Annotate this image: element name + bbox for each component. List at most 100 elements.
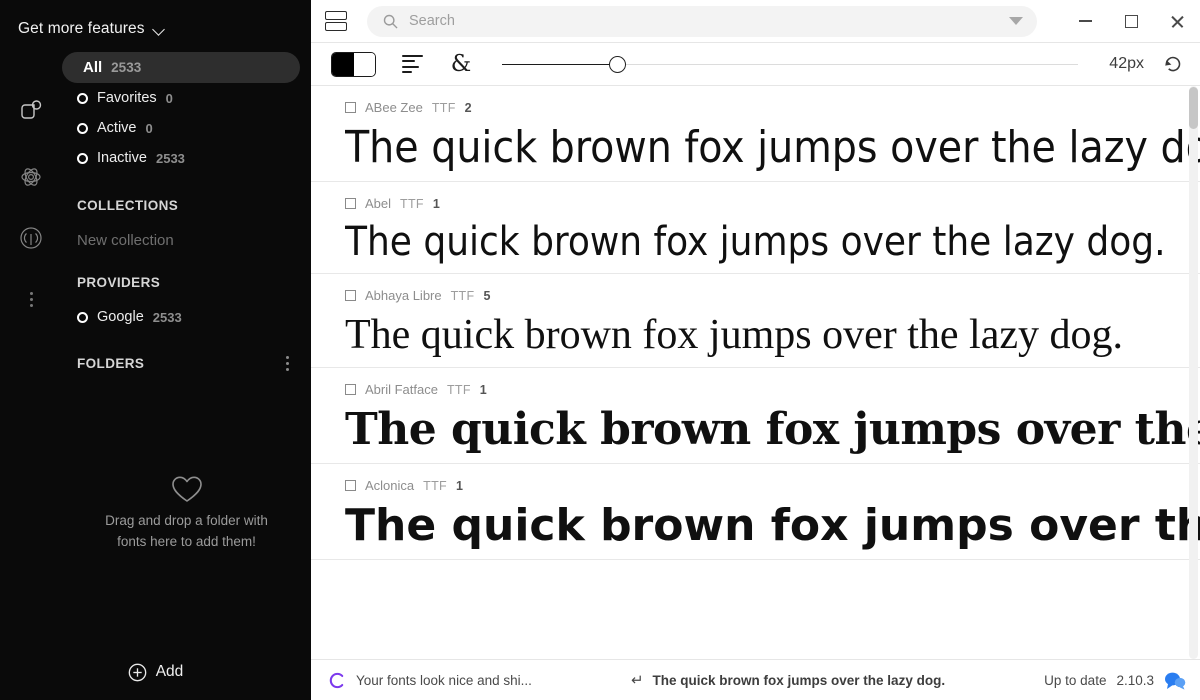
- search-input[interactable]: [409, 13, 998, 29]
- sidebar-item-active[interactable]: Active 0: [62, 113, 311, 143]
- scrollbar-thumb[interactable]: [1189, 87, 1198, 129]
- version-label: 2.10.3: [1116, 673, 1154, 688]
- sidebar: Get more features: [0, 0, 311, 700]
- new-collection-button[interactable]: New collection: [62, 232, 311, 249]
- dropzone-text: Drag and drop a folder with fonts here t…: [99, 510, 274, 552]
- font-size-slider[interactable]: [502, 54, 1078, 74]
- font-style-count: 1: [480, 383, 487, 397]
- checkbox-icon[interactable]: [345, 102, 356, 113]
- font-preview-text: The quick brown fox jumps over the lazy …: [345, 494, 1200, 559]
- font-box-icon[interactable]: [16, 96, 46, 126]
- checkbox-icon[interactable]: [345, 480, 356, 491]
- sidebar-body: All 2533 Favorites 0 Active 0 Inactive 2: [0, 44, 311, 644]
- font-format: TTF: [451, 289, 475, 303]
- font-name: Abel: [365, 196, 391, 211]
- font-row-header: Abhaya Libre TTF 5: [345, 287, 1200, 304]
- close-button[interactable]: [1154, 0, 1200, 43]
- font-style-count: 1: [456, 479, 463, 493]
- get-more-features-label: Get more features: [18, 20, 145, 38]
- font-preview-text: The quick brown fox jumps over the lazy …: [345, 304, 1200, 367]
- add-fonts-button[interactable]: Add: [0, 644, 311, 700]
- plus-circle-icon: [128, 663, 147, 682]
- list-view-icon[interactable]: [325, 8, 351, 34]
- minimize-button[interactable]: [1062, 0, 1108, 43]
- search-bar[interactable]: [367, 6, 1037, 37]
- caret-down-icon[interactable]: [1009, 17, 1023, 25]
- sidebar-item-all[interactable]: All 2533: [62, 52, 300, 83]
- table-row[interactable]: Aclonica TTF 1 The quick brown fox jumps…: [311, 464, 1200, 560]
- preview-toolbar: & 42px: [311, 43, 1200, 86]
- loading-spinner-icon: [329, 672, 346, 689]
- font-format: TTF: [400, 197, 424, 211]
- sidebar-item-inactive[interactable]: Inactive 2533: [62, 143, 311, 173]
- font-preview-text: The quick brown fox jumps over the lazy …: [345, 116, 1200, 181]
- font-style-count: 2: [465, 101, 472, 115]
- radio-icon: [77, 153, 88, 164]
- font-row-header: Abel TTF 1: [345, 195, 1200, 212]
- status-message: Your fonts look nice and shi...: [356, 673, 532, 688]
- ampersand-icon[interactable]: &: [448, 53, 474, 76]
- font-list[interactable]: ABee Zee TTF 2 The quick brown fox jumps…: [311, 86, 1200, 659]
- providers-section-title: PROVIDERS: [62, 275, 311, 290]
- atom-icon[interactable]: [16, 162, 46, 192]
- top-toolbar: [311, 0, 1200, 43]
- app-window: Get more features: [0, 0, 1200, 700]
- sidebar-item-favorites-label: Favorites: [97, 90, 157, 106]
- reset-icon[interactable]: [1160, 51, 1186, 77]
- folder-dropzone[interactable]: Drag and drop a folder with fonts here t…: [62, 474, 311, 552]
- font-name: Aclonica: [365, 478, 414, 493]
- table-row[interactable]: ABee Zee TTF 2 The quick brown fox jumps…: [311, 86, 1200, 182]
- sidebar-icon-rail: [0, 44, 62, 644]
- update-status-label: Up to date: [1044, 673, 1106, 688]
- checkbox-icon[interactable]: [345, 384, 356, 395]
- collections-section-title: COLLECTIONS: [62, 198, 311, 213]
- sidebar-item-active-count: 0: [146, 121, 153, 136]
- black-white-toggle-icon[interactable]: [331, 52, 376, 77]
- checkbox-icon[interactable]: [345, 198, 356, 209]
- sidebar-item-favorites-count: 0: [166, 91, 173, 106]
- preview-text-value: The quick brown fox jumps over the lazy …: [653, 673, 946, 688]
- table-row[interactable]: Abril Fatface TTF 1 The quick brown fox …: [311, 368, 1200, 464]
- font-style-count: 1: [433, 197, 440, 211]
- font-size-value: 42px: [1098, 55, 1144, 73]
- table-row[interactable]: Abhaya Libre TTF 5 The quick brown fox j…: [311, 274, 1200, 368]
- checkbox-icon[interactable]: [345, 290, 356, 301]
- sidebar-item-google-label: Google: [97, 309, 144, 325]
- font-style-count: 5: [483, 289, 490, 303]
- font-format: TTF: [423, 479, 447, 493]
- slider-thumb[interactable]: [609, 56, 626, 73]
- font-row-header: Abril Fatface TTF 1: [345, 381, 1200, 398]
- font-format: TTF: [432, 101, 456, 115]
- folders-section-title: FOLDERS: [62, 356, 144, 371]
- enter-key-icon: ↵: [631, 671, 644, 689]
- table-row[interactable]: Abel TTF 1 The quick brown fox jumps ove…: [311, 182, 1200, 274]
- text-align-left-icon[interactable]: [402, 54, 426, 74]
- font-name: Abhaya Libre: [365, 288, 442, 303]
- sidebar-item-google[interactable]: Google 2533: [62, 302, 311, 332]
- folders-more-icon[interactable]: [286, 356, 289, 371]
- get-more-features-button[interactable]: Get more features: [0, 0, 311, 44]
- sidebar-nav: All 2533 Favorites 0 Active 0 Inactive 2: [62, 44, 311, 371]
- font-preview-text: The quick brown fox jumps over the lazy …: [345, 398, 1200, 463]
- font-row-header: Aclonica TTF 1: [345, 477, 1200, 494]
- main-panel: & 42px ABee Zee TTF 2 The q: [311, 0, 1200, 700]
- sidebar-item-all-label: All: [83, 59, 102, 76]
- search-icon: [383, 14, 398, 29]
- broadcast-icon[interactable]: [16, 224, 46, 254]
- sidebar-item-google-count: 2533: [153, 310, 182, 325]
- window-controls: [1062, 0, 1200, 43]
- sidebar-item-favorites[interactable]: Favorites 0: [62, 83, 311, 113]
- more-vertical-icon[interactable]: [16, 284, 46, 314]
- add-fonts-label: Add: [156, 663, 184, 681]
- preview-text-editor[interactable]: ↵ The quick brown fox jumps over the laz…: [631, 671, 945, 689]
- radio-icon: [77, 312, 88, 323]
- chat-bubble-icon[interactable]: [1164, 671, 1186, 690]
- font-preview-text: The quick brown fox jumps over the lazy …: [345, 212, 1200, 273]
- font-row-header: ABee Zee TTF 2: [345, 99, 1200, 116]
- sidebar-item-all-count: 2533: [111, 60, 141, 75]
- vertical-scrollbar[interactable]: [1189, 86, 1198, 659]
- sidebar-item-inactive-count: 2533: [156, 151, 185, 166]
- radio-icon: [77, 93, 88, 104]
- font-name: Abril Fatface: [365, 382, 438, 397]
- maximize-button[interactable]: [1108, 0, 1154, 43]
